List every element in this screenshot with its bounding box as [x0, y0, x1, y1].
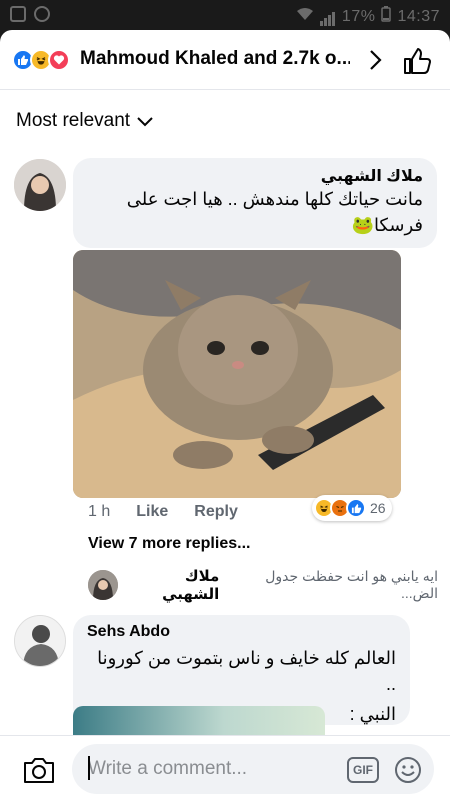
comments-sheet: Mahmoud Khaled and 2.7k o... Most releva…	[0, 30, 450, 800]
sort-label: Most relevant	[16, 110, 131, 131]
reaction-summary[interactable]: 26	[312, 495, 392, 521]
whatsapp-icon	[34, 6, 50, 22]
reply-preview-text: ايه يابني هو انت حفظت جدول الض...	[265, 568, 438, 601]
text-cursor	[88, 756, 90, 780]
gif-button[interactable]: GIF	[347, 757, 379, 783]
comment-actions: 1 h Like Reply	[88, 503, 238, 521]
reply-link[interactable]: Reply	[194, 503, 238, 521]
comment-input[interactable]	[72, 744, 434, 794]
chevron-right-icon[interactable]	[365, 48, 385, 72]
status-bar: 17% 14:37	[0, 0, 450, 30]
comment-text: مانت حياتك كلها مندهش .. هيا اجت على	[126, 189, 423, 209]
wifi-icon	[296, 7, 314, 26]
love-icon	[48, 49, 70, 71]
reply-avatar	[88, 570, 118, 600]
sort-dropdown[interactable]: Most relevant	[16, 110, 154, 132]
comment-bubble[interactable]: ملاك الشهبي مانت حياتك كلها مندهش .. هيا…	[73, 158, 437, 248]
view-more-replies-link[interactable]: View 7 more replies...	[88, 535, 250, 553]
comment-author[interactable]: Sehs Abdo	[87, 623, 396, 641]
comment-composer: GIF	[0, 735, 450, 800]
avatar[interactable]	[14, 159, 66, 211]
signal-icon	[319, 8, 336, 26]
comment-author[interactable]: ملاك الشهبي	[87, 166, 423, 186]
avatar[interactable]	[14, 615, 66, 667]
reaction-count: 26	[370, 500, 386, 516]
reply-preview[interactable]: ايه يابني هو انت حفظت جدول الض... ملاك ا…	[88, 568, 438, 603]
like-button-icon[interactable]	[402, 46, 432, 76]
comment-text-line2: فرسكا🐸	[351, 215, 423, 235]
reactions-header[interactable]: Mahmoud Khaled and 2.7k o...	[0, 30, 450, 90]
chevron-down-icon	[137, 117, 153, 127]
battery-percent: 17%	[341, 7, 376, 25]
reaction-icons	[12, 49, 70, 71]
notification-icon	[10, 6, 26, 22]
comment-time: 1 h	[88, 503, 111, 520]
reply-preview-author: ملاك الشهبي	[162, 568, 220, 603]
battery-icon	[381, 6, 392, 27]
comment-text: العالم كله خايف و ناس بتموت من كورونا ..	[97, 648, 396, 694]
like-icon	[346, 498, 366, 518]
header-title[interactable]: Mahmoud Khaled and 2.7k o...	[80, 48, 350, 70]
clock: 14:37	[397, 7, 440, 25]
camera-icon[interactable]	[22, 755, 56, 785]
sticker-icon[interactable]	[393, 755, 423, 785]
like-link[interactable]: Like	[136, 503, 168, 521]
comment-photo-sad-cat[interactable]	[73, 250, 401, 498]
